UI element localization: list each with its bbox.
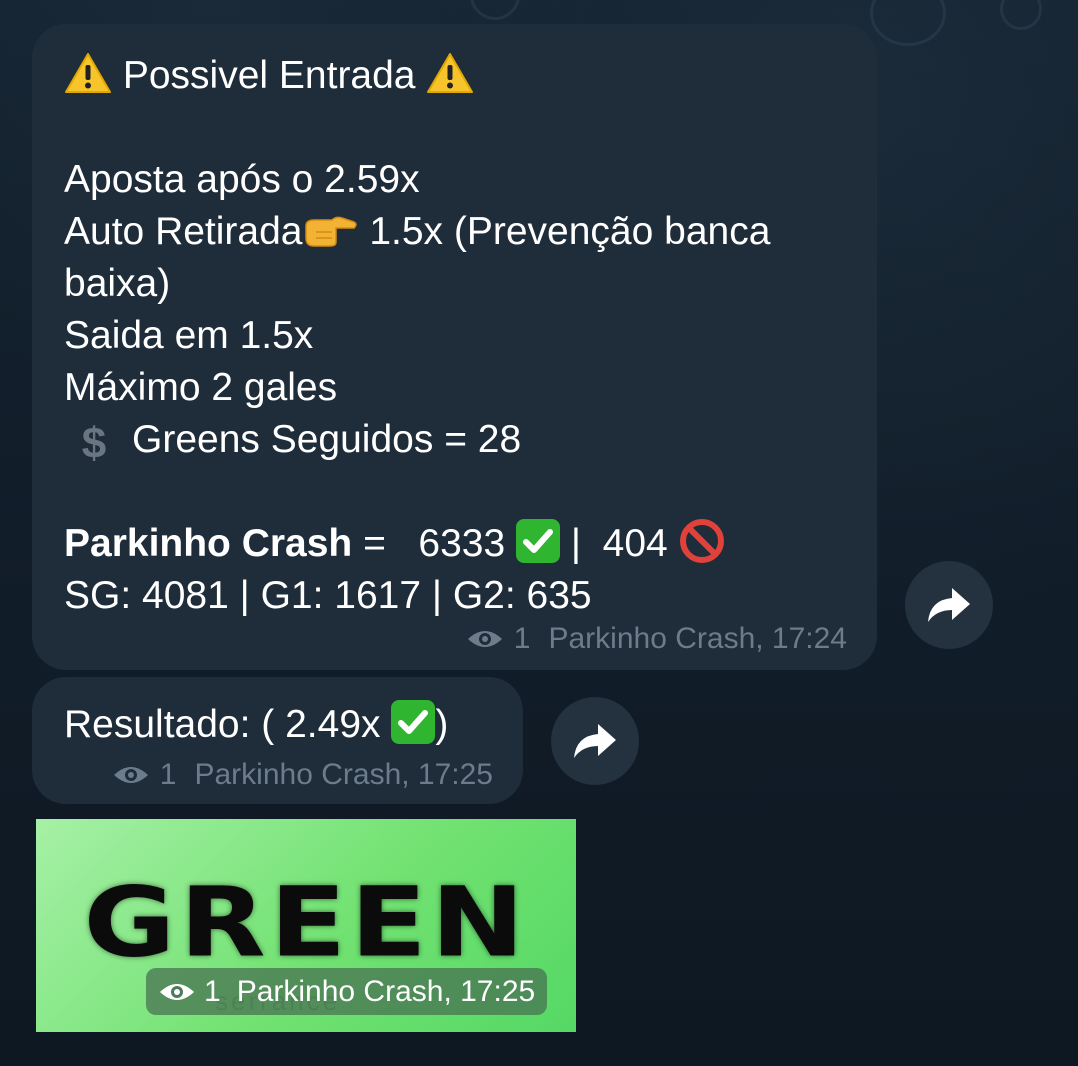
warning-icon [427, 53, 474, 93]
message-signature: Parkinho Crash, 17:25 [194, 758, 493, 791]
eye-icon [113, 767, 148, 783]
backhand-index-pointing-right-icon [305, 216, 358, 247]
image-meta-overlay: 1 Parkinho Crash, 17:25 [146, 968, 548, 1015]
greens-streak-text: Greens Seguidos = 28 [132, 418, 522, 461]
message-meta: 1 Parkinho Crash, 17:25 [112, 758, 493, 792]
eye-icon [467, 631, 502, 647]
check-mark-button-icon [391, 700, 436, 744]
result-line: Resultado: ( 2.49x ) [64, 699, 491, 751]
message-title: Possivel Entrada [122, 54, 416, 97]
stats-equals: = [352, 522, 419, 565]
message-signature: Parkinho Crash, 17:24 [548, 622, 847, 655]
bet-after-line: Aposta após o 2.59x [64, 158, 420, 201]
result-text: Resultado: ( 2.49x [64, 703, 381, 746]
stats-label: Parkinho Crash [64, 522, 353, 565]
auto-cashout-value: 1.5x (Prevenção banca [369, 210, 771, 253]
share-arrow-icon [574, 724, 616, 758]
auto-cashout-label: Auto Retirada [64, 210, 303, 253]
share-button[interactable] [551, 697, 639, 785]
gales-breakdown-line: SG: 4081 | G1: 1617 | G2: 635 [64, 574, 592, 617]
share-arrow-icon [928, 588, 970, 622]
stats-wins: 6333 [418, 522, 506, 565]
max-gales-line: Máximo 2 gales [64, 366, 338, 409]
result-close-paren: ) [435, 703, 449, 746]
auto-cashout-continuation: baixa) [64, 262, 171, 305]
message-title-line: Possivel Entrada [64, 50, 845, 102]
greens-streak-line: $ Greens Seguidos = 28 [64, 414, 845, 466]
prohibited-icon [679, 519, 724, 563]
heavy-dollar-sign-icon: $ [81, 419, 107, 468]
message-bubble-result[interactable]: Resultado: ( 2.49x ) 1 Parkinho Crash, 1… [32, 677, 523, 804]
exit-line: Saida em 1.5x [64, 314, 314, 357]
message-meta: 1 Parkinho Crash, 17:24 [466, 622, 847, 656]
message-bubble-signal[interactable]: Possivel Entrada Aposta após o 2.59x Aut… [32, 24, 877, 670]
eye-icon [160, 983, 194, 1000]
message-signature: Parkinho Crash, 17:25 [236, 974, 536, 1008]
warning-icon [65, 53, 111, 93]
view-count: 1 [159, 758, 177, 791]
image-green-text: GREEN [83, 867, 529, 979]
view-count: 1 [513, 622, 531, 655]
check-mark-button-icon [516, 519, 560, 563]
stats-line: Parkinho Crash = 6333 | 404 [64, 518, 845, 570]
view-count: 1 [204, 974, 221, 1008]
stats-separator: | [560, 522, 603, 565]
auto-cashout-line: Auto Retirada 1.5x (Prevenção banca [64, 206, 845, 258]
stats-losses: 404 [602, 522, 668, 565]
share-button[interactable] [905, 561, 993, 649]
